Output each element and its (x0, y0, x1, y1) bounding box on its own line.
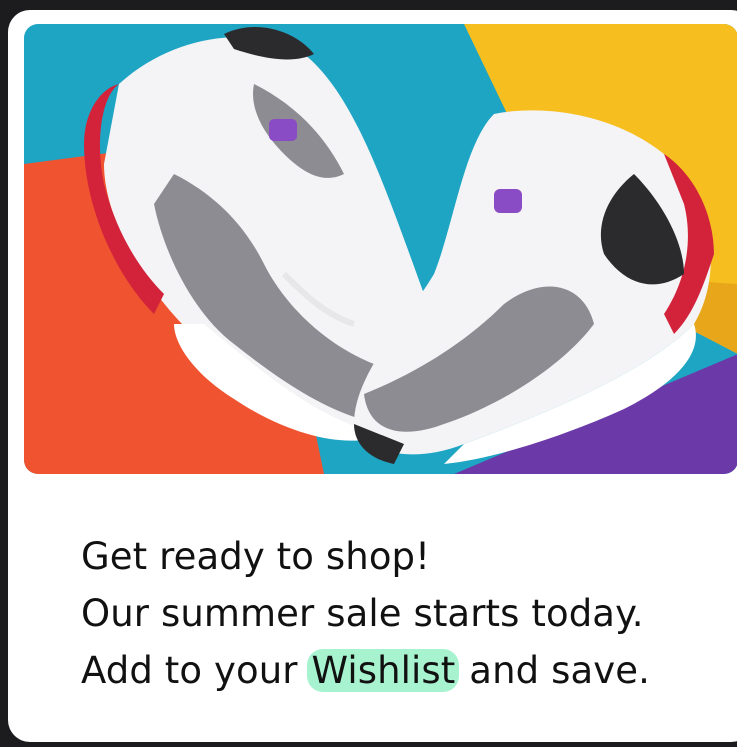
promo-card: Get ready to shop! Our summer sale start… (8, 10, 737, 742)
sneakers-photo-icon (24, 24, 737, 474)
promo-line-3-end: and save. (469, 649, 650, 692)
promo-line-3-start: Add to your (81, 649, 298, 692)
promo-line-2: Our summer sale starts today. (81, 592, 644, 635)
promo-line-3: Add to your Wishlist and save. (81, 642, 650, 699)
promo-text: Get ready to shop! Our summer sale start… (81, 528, 650, 699)
promo-line-1: Get ready to shop! (81, 535, 431, 578)
wishlist-link[interactable]: Wishlist (307, 649, 460, 692)
hero-image (24, 24, 737, 474)
